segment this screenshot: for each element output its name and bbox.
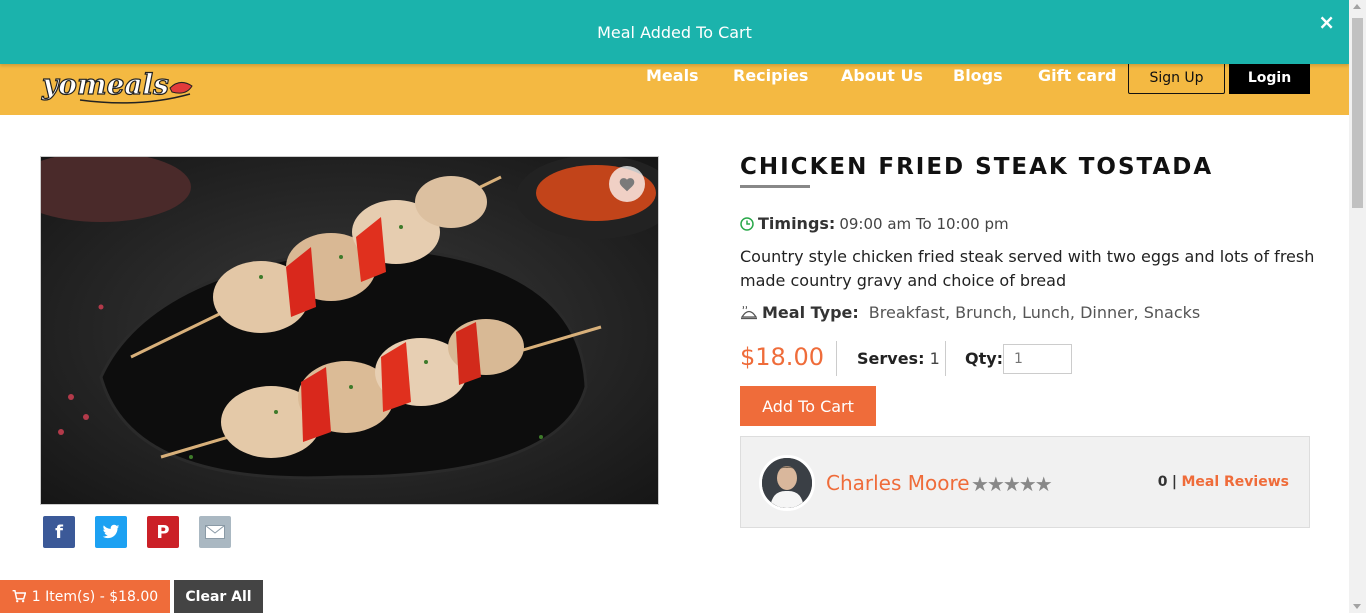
- meal-price: $18.00: [740, 343, 824, 371]
- favorite-button[interactable]: [609, 166, 645, 202]
- qty-label: Qty:: [965, 349, 1004, 368]
- notification-message: Meal Added To Cart: [597, 22, 752, 42]
- serves-value: 1: [929, 349, 940, 368]
- avatar[interactable]: [759, 455, 815, 511]
- timings-label: Timings:: [758, 214, 836, 233]
- chef-card: Charles Moore ★★★★★ 0 | Meal Reviews: [740, 436, 1310, 528]
- serves-label: Serves:: [857, 349, 925, 368]
- meal-description: Country style chicken fried steak served…: [740, 247, 1315, 290]
- cart-summary-button[interactable]: 1 Item(s) - $18.00: [0, 580, 170, 613]
- cart-icon: [12, 590, 26, 603]
- scroll-thumb[interactable]: [1352, 18, 1363, 208]
- divider: [945, 341, 946, 376]
- title-underline: [740, 185, 810, 188]
- meal-type-label: Meal Type:: [762, 303, 859, 322]
- cart-notification: Meal Added To Cart ×: [0, 0, 1349, 64]
- email-share-button[interactable]: [199, 516, 231, 548]
- signup-button[interactable]: Sign Up: [1128, 62, 1225, 94]
- divider: [836, 341, 837, 376]
- email-icon: [205, 525, 225, 539]
- meal-type: Meal Type: Breakfast, Brunch, Lunch, Din…: [740, 303, 1200, 322]
- nav-about-us[interactable]: About Us: [841, 66, 923, 85]
- timings-value: 09:00 am To 10:00 pm: [839, 214, 1009, 233]
- chef-reviews: 0 | Meal Reviews: [1158, 474, 1289, 490]
- meal-serves: Serves: 1: [857, 349, 940, 368]
- meal-image: [40, 156, 659, 505]
- nav-recipes[interactable]: Recipies: [733, 66, 808, 85]
- pinterest-share-button[interactable]: P: [147, 516, 179, 548]
- close-icon[interactable]: ×: [1318, 10, 1335, 34]
- review-count: 0: [1157, 474, 1168, 490]
- qty-input[interactable]: [1003, 344, 1072, 374]
- nav-blogs[interactable]: Blogs: [953, 66, 1003, 85]
- meal-reviews-link[interactable]: Meal Reviews: [1181, 474, 1289, 490]
- login-button[interactable]: Login: [1229, 62, 1310, 94]
- nav-meals[interactable]: Meals: [646, 66, 699, 85]
- page-scrollbar[interactable]: [1349, 0, 1366, 613]
- twitter-icon: [102, 524, 120, 539]
- scroll-down-icon[interactable]: [1353, 604, 1361, 609]
- meal-title: CHICKEN FRIED STEAK TOSTADA: [740, 154, 1214, 180]
- add-to-cart-button[interactable]: Add To Cart: [740, 386, 876, 426]
- heart-icon: [619, 178, 635, 192]
- scroll-up-icon[interactable]: [1353, 4, 1361, 9]
- main-nav: Meals Recipies About Us Blogs Gift card …: [0, 62, 1349, 94]
- twitter-share-button[interactable]: [95, 516, 127, 548]
- clock-icon: [740, 216, 754, 231]
- facebook-icon: f: [55, 521, 63, 543]
- pinterest-icon: P: [156, 521, 170, 543]
- review-separator: |: [1171, 474, 1178, 490]
- nav-gift-card[interactable]: Gift card: [1038, 66, 1116, 85]
- clear-all-button[interactable]: Clear All: [174, 580, 263, 613]
- cloche-icon: [740, 305, 758, 319]
- star-rating-icon: ★★★★★: [971, 472, 1053, 496]
- meal-timings: Timings: 09:00 am To 10:00 pm: [740, 214, 1009, 233]
- chef-name[interactable]: Charles Moore: [826, 471, 970, 495]
- facebook-share-button[interactable]: f: [43, 516, 75, 548]
- cart-summary-text: 1 Item(s) - $18.00: [31, 588, 159, 605]
- meal-type-value: Breakfast, Brunch, Lunch, Dinner, Snacks: [868, 303, 1201, 322]
